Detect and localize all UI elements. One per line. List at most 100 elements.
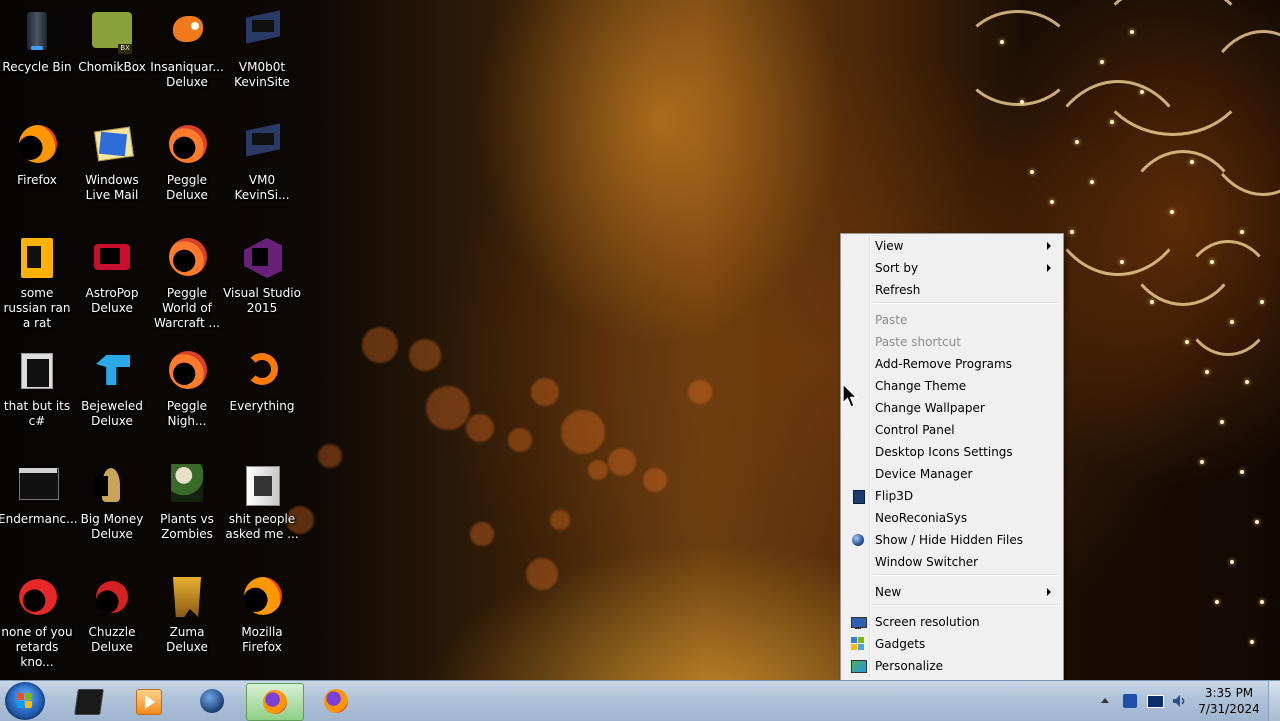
big-money-icon: [88, 460, 136, 508]
menu-item-label: Show / Hide Hidden Files: [875, 533, 1023, 547]
desktop-icon-label: Visual Studio 2015: [223, 286, 301, 315]
menu-item-label: Flip3D: [875, 489, 914, 503]
firefox-icon: [238, 573, 286, 621]
wallpaper-sparkle: [1090, 180, 1094, 184]
astropop-icon: [88, 234, 136, 282]
menu-item-label: Window Switcher: [875, 555, 979, 569]
desktop-icon[interactable]: Big Money Deluxe: [73, 456, 151, 542]
show-hidden-icons-chevron[interactable]: [1101, 698, 1109, 703]
menu-item-add-remove-programs[interactable]: Add-Remove Programs: [843, 353, 1061, 375]
taskbar-firefox-button[interactable]: [308, 683, 364, 719]
firefox-icon: [263, 690, 287, 714]
desktop-icon[interactable]: Windows Live Mail: [73, 117, 151, 203]
taskbar-terminal-button[interactable]: [60, 683, 116, 719]
menu-item-gadgets[interactable]: Gadgets: [843, 633, 1061, 655]
desktop-icon[interactable]: VM0b0t KevinSite: [223, 4, 301, 90]
desktop-icon[interactable]: Zuma Deluxe: [148, 569, 226, 655]
desktop-icon[interactable]: BX ChomikBox: [73, 4, 151, 75]
desktop-icon[interactable]: Visual Studio 2015: [223, 230, 301, 316]
menu-item-label: Screen resolution: [875, 615, 980, 629]
wallpaper-sparkle: [1215, 600, 1219, 604]
desktop-icon-label: VM0b0t KevinSite: [234, 60, 290, 89]
wallpaper-sparkle: [1205, 370, 1209, 374]
desktop-icon-label: some russian ran a rat: [3, 286, 71, 330]
network-app-icon[interactable]: [1123, 694, 1137, 708]
bokeh-light: [508, 428, 532, 452]
menu-item-refresh[interactable]: Refresh: [843, 279, 1061, 301]
menu-item-device-manager[interactable]: Device Manager: [843, 463, 1061, 485]
desktop-icon[interactable]: Recycle Bin: [0, 4, 76, 75]
taskbar-media-player-button[interactable]: [120, 683, 176, 719]
recycle-bin-icon: [13, 8, 61, 56]
desktop-icon[interactable]: Bejeweled Deluxe: [73, 343, 151, 429]
wallpaper-sparkle: [1185, 340, 1189, 344]
chomikbox-icon: BX: [88, 8, 136, 56]
desktop-icon[interactable]: VM0 KevinSi...: [223, 117, 301, 203]
start-button[interactable]: [5, 682, 45, 720]
desktop-icon[interactable]: Peggle World of Warcraft ...: [148, 230, 226, 331]
desktop-icon-label: Mozilla Firefox: [241, 625, 283, 654]
menu-item-label: Sort by: [875, 261, 919, 275]
desktop-icon-label: Everything: [229, 399, 295, 413]
wallpaper-sparkle: [1190, 160, 1194, 164]
desktop-icon[interactable]: Firefox: [0, 117, 76, 188]
desktop-icon[interactable]: AstroPop Deluxe: [73, 230, 151, 316]
system-clock[interactable]: 3:35 PM 7/31/2024: [1188, 685, 1270, 717]
desktop-icon[interactable]: that but its c#: [0, 343, 76, 429]
menu-item-screen-resolution[interactable]: Screen resolution: [843, 611, 1061, 633]
desktop-icon[interactable]: Peggle Deluxe: [148, 117, 226, 203]
taskbar-firefox-button-active[interactable]: [246, 683, 304, 721]
desktop-icon-label: Bejeweled Deluxe: [81, 399, 143, 428]
volume-icon[interactable]: [1171, 693, 1187, 709]
menu-item-view[interactable]: View: [843, 235, 1061, 257]
wallpaper-sparkle: [1240, 470, 1244, 474]
wallpaper-sparkle: [1100, 60, 1104, 64]
desktop-icon-label: Peggle Deluxe: [166, 173, 208, 202]
desktop-icon[interactable]: Insaniquar... Deluxe: [148, 4, 226, 90]
gadgets-icon: [851, 637, 865, 651]
menu-item-label: Paste shortcut: [875, 335, 961, 349]
desktop-icon[interactable]: some russian ran a rat: [0, 230, 76, 331]
desktop-icon-label: that but its c#: [3, 399, 71, 428]
menu-item-new[interactable]: New: [843, 581, 1061, 603]
desktop-icon[interactable]: shit people asked me ...: [223, 456, 301, 542]
globe-icon: [851, 533, 865, 547]
wallpaper-sparkle: [1230, 560, 1234, 564]
taskbar-globe-button[interactable]: [184, 683, 240, 719]
menu-item-sort-by[interactable]: Sort by: [843, 257, 1061, 279]
desktop-icon[interactable]: Peggle Nigh...: [148, 343, 226, 429]
bokeh-light: [531, 378, 559, 406]
bokeh-light: [362, 327, 398, 363]
menu-item-neoreconiasys[interactable]: NeoReconiaSys: [843, 507, 1061, 529]
wallpaper-sparkle: [1255, 520, 1259, 524]
desktop-icon[interactable]: none of you retards kno...: [0, 569, 76, 670]
visual-studio-icon: [238, 234, 286, 282]
desktop-icon-label: ChomikBox: [78, 60, 146, 74]
show-desktop-button[interactable]: [1268, 681, 1280, 721]
desktop-icon-label: Recycle Bin: [2, 60, 72, 74]
desktop-icon[interactable]: Chuzzle Deluxe: [73, 569, 151, 655]
desktop-icon[interactable]: Plants vs Zombies: [148, 456, 226, 542]
menu-item-change-wallpaper[interactable]: Change Wallpaper: [843, 397, 1061, 419]
menu-item-label: Refresh: [875, 283, 921, 297]
menu-item-personalize[interactable]: Personalize: [843, 655, 1061, 677]
menu-item-flip3d[interactable]: Flip3D: [843, 485, 1061, 507]
menu-item-change-theme[interactable]: Change Theme: [843, 375, 1061, 397]
wallpaper-sparkle: [1110, 120, 1114, 124]
desktop-icon-label: Endermanc...: [0, 512, 78, 526]
menu-item-label: New: [875, 585, 902, 599]
desktop-icon-label: none of you retards kno...: [1, 625, 73, 669]
menu-item-show-hide-hidden-files[interactable]: Show / Hide Hidden Files: [843, 529, 1061, 551]
display-icon[interactable]: [1147, 695, 1164, 708]
menu-item-desktop-icons-settings[interactable]: Desktop Icons Settings: [843, 441, 1061, 463]
clock-time: 3:35 PM: [1204, 686, 1254, 700]
wallpaper-sparkle: [1250, 640, 1254, 644]
desktop-icon[interactable]: Endermanc...: [0, 456, 78, 527]
menu-item-label: Gadgets: [875, 637, 926, 651]
desktop-icon[interactable]: Mozilla Firefox: [223, 569, 301, 655]
bokeh-light: [426, 386, 470, 430]
desktop-icon[interactable]: Everything: [223, 343, 301, 414]
menu-item-window-switcher[interactable]: Window Switcher: [843, 551, 1061, 573]
menu-item-control-panel[interactable]: Control Panel: [843, 419, 1061, 441]
menu-item-label: Add-Remove Programs: [875, 357, 1012, 371]
